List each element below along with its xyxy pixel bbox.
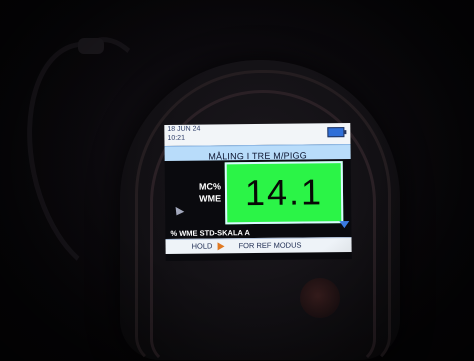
pointer-icon [172, 206, 185, 218]
label-wme: WME [199, 193, 222, 204]
lcd-screen: 18 JUN 24 10:21 MÅLING I TRE M/PIGG MC% … [164, 123, 352, 261]
date-label: 18 JUN 24 [167, 125, 201, 133]
mode-title: MÅLING I TRE M/PIGG [208, 150, 308, 162]
scale-label: % WME STD-SKALA A [170, 228, 250, 238]
label-mc: MC% [198, 181, 221, 192]
status-bar: 18 JUN 24 10:21 [164, 123, 351, 146]
scroll-down-icon[interactable] [339, 221, 350, 229]
mode-title-bar: MÅLING I TRE M/PIGG [164, 144, 351, 162]
hold-bar[interactable]: HOLD FOR REF MODUS [165, 237, 352, 254]
device-power-button[interactable] [300, 278, 340, 318]
hold-label: HOLD [191, 241, 213, 251]
ref-mode-label: FOR REF MODUS [238, 240, 302, 251]
cable-connector [78, 38, 104, 54]
reading-box: 14.1 [224, 161, 344, 225]
reading-value: 14.1 [244, 171, 324, 214]
time-label: 10:21 [167, 134, 186, 142]
battery-icon [327, 127, 345, 138]
measurement-labels: MC% WME [173, 180, 221, 205]
play-icon [217, 242, 225, 251]
photo-background: 18 JUN 24 10:21 MÅLING I TRE M/PIGG MC% … [0, 0, 474, 361]
